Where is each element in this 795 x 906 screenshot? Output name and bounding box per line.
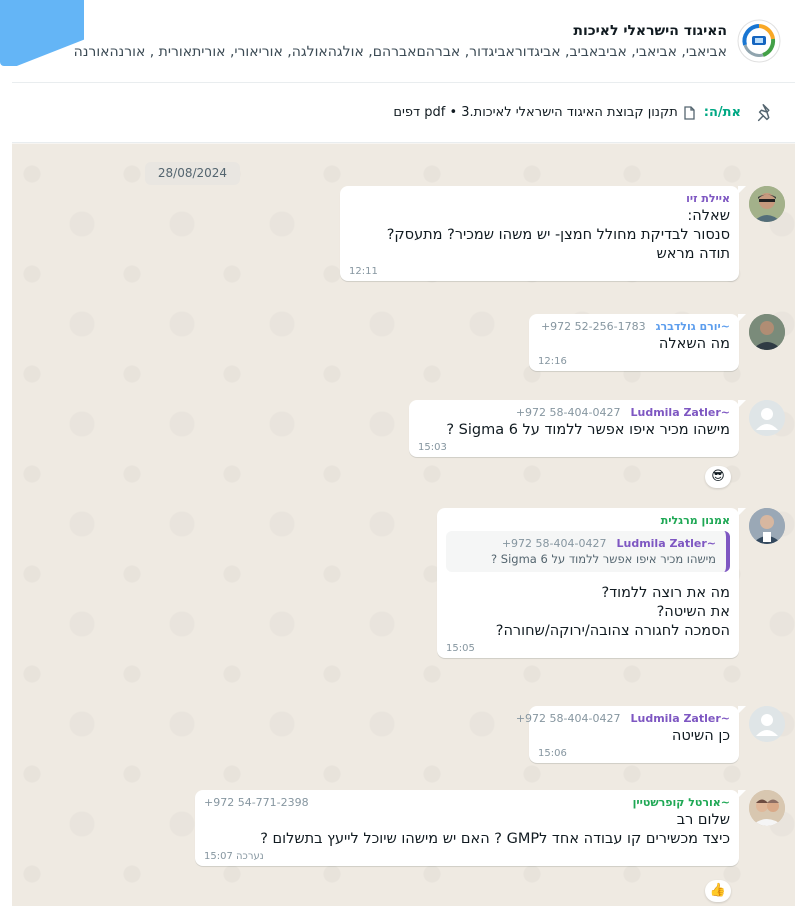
- pinned-message-bar[interactable]: את/ה: תקנון קבוצת האיגוד הישראלי לאיכות.…: [12, 83, 795, 143]
- message-sender[interactable]: ~Ludmila Zatler: [630, 712, 730, 725]
- pinned-file-name: תקנון קבוצת האיגוד הישראלי לאיכות.3 • pd…: [393, 105, 678, 120]
- default-avatar-icon[interactable]: [749, 706, 785, 742]
- message-bubble[interactable]: איילת זיו שאלה: סנסור לבדיקת מחולל חמצן-…: [340, 186, 746, 281]
- sender-avatar[interactable]: [749, 790, 785, 826]
- default-avatar-icon[interactable]: [749, 400, 785, 436]
- chat-window: האיגוד הישראלי לאיכות אביאבי, אביאבי, אב…: [12, 0, 795, 906]
- quoted-phone: +972 58-404-0427: [501, 537, 607, 550]
- emoji-reaction[interactable]: 😎: [705, 466, 731, 488]
- sender-phone: +972 54-771-2398: [204, 796, 309, 809]
- message-time: 15:07: [204, 851, 233, 862]
- sender-avatar[interactable]: [749, 186, 785, 222]
- message-time-row: 15:07 נערכה: [204, 851, 730, 862]
- message-sender[interactable]: ~Ludmila Zatler: [630, 406, 730, 419]
- message-time: 12:16: [538, 356, 567, 367]
- quoted-message[interactable]: ~Ludmila Zatler +972 58-404-0427 מישהו מ…: [446, 531, 730, 572]
- message-sender[interactable]: ~יורם גולדברג: [656, 320, 730, 333]
- group-title: האיגוד הישראלי לאיכות: [573, 22, 727, 39]
- edited-label: נערכה: [236, 851, 264, 862]
- message-time: 15:06: [538, 748, 567, 759]
- message-bubble[interactable]: ~יורם גולדברג +972 52-256-1783 מה השאלה …: [529, 314, 746, 371]
- sender-phone: +972 52-256-1783: [540, 320, 646, 333]
- document-icon: [684, 105, 695, 120]
- message-bubble[interactable]: ~Ludmila Zatler +972 58-404-0427 כן השיט…: [516, 706, 746, 763]
- message-list[interactable]: 28/08/2024 איילת זיו שאלה: סנסור לבדיקת …: [12, 144, 795, 906]
- message-text: מה השאלה: [658, 336, 730, 352]
- date-separator: 28/08/2024: [145, 162, 240, 185]
- quoted-sender: ~Ludmila Zatler: [616, 537, 716, 550]
- pinned-sender-label: את/ה:: [703, 105, 741, 120]
- message-time: 15:03: [418, 442, 447, 453]
- emoji-reaction[interactable]: 👍: [705, 880, 731, 902]
- participants-list: אביאבי, אביאבי, אביבאביב, אביגדוראביגדור…: [73, 43, 727, 60]
- group-avatar-logo[interactable]: [737, 19, 781, 63]
- sender-phone: +972 58-404-0427: [515, 712, 621, 725]
- sender-phone: +972 58-404-0427: [515, 406, 621, 419]
- message-text: מישהו מכיר איפו אפשר ללמוד על Sigma 6 ?: [446, 422, 730, 438]
- message-text: שלום רב כיצד מכשירים קו עבודה אחד לGMP ?…: [260, 812, 730, 847]
- message-time: 12:11: [349, 266, 378, 277]
- message-bubble[interactable]: אמנון מרגלית ~Ludmila Zatler +972 58-404…: [437, 508, 746, 658]
- chat-header[interactable]: האיגוד הישראלי לאיכות אביאבי, אביאבי, אב…: [12, 0, 795, 83]
- message-text: כן השיטה: [671, 728, 730, 744]
- left-margin: [0, 0, 12, 906]
- sender-avatar[interactable]: [749, 314, 785, 350]
- message-text: שאלה: סנסור לבדיקת מחולל חמצן- יש משהו ש…: [386, 208, 730, 262]
- message-time: 15:05: [446, 643, 475, 654]
- message-sender[interactable]: ~אורטל קופרשטיין: [633, 796, 730, 809]
- message-bubble[interactable]: ~Ludmila Zatler +972 58-404-0427 מישהו מ…: [409, 400, 746, 457]
- sender-avatar[interactable]: [749, 508, 785, 544]
- message-sender[interactable]: אמנון מרגלית: [661, 514, 730, 527]
- quoted-text: מישהו מכיר איפו אפשר ללמוד על Sigma 6 ?: [491, 552, 716, 566]
- message-text: מה את רוצה ללמוד? את השיטה? הסמכה לחגורה…: [495, 585, 730, 639]
- pin-icon[interactable]: [755, 102, 777, 124]
- message-sender[interactable]: איילת זיו: [686, 192, 730, 205]
- message-bubble[interactable]: ~אורטל קופרשטיין +972 54-771-2398 שלום ר…: [195, 790, 746, 866]
